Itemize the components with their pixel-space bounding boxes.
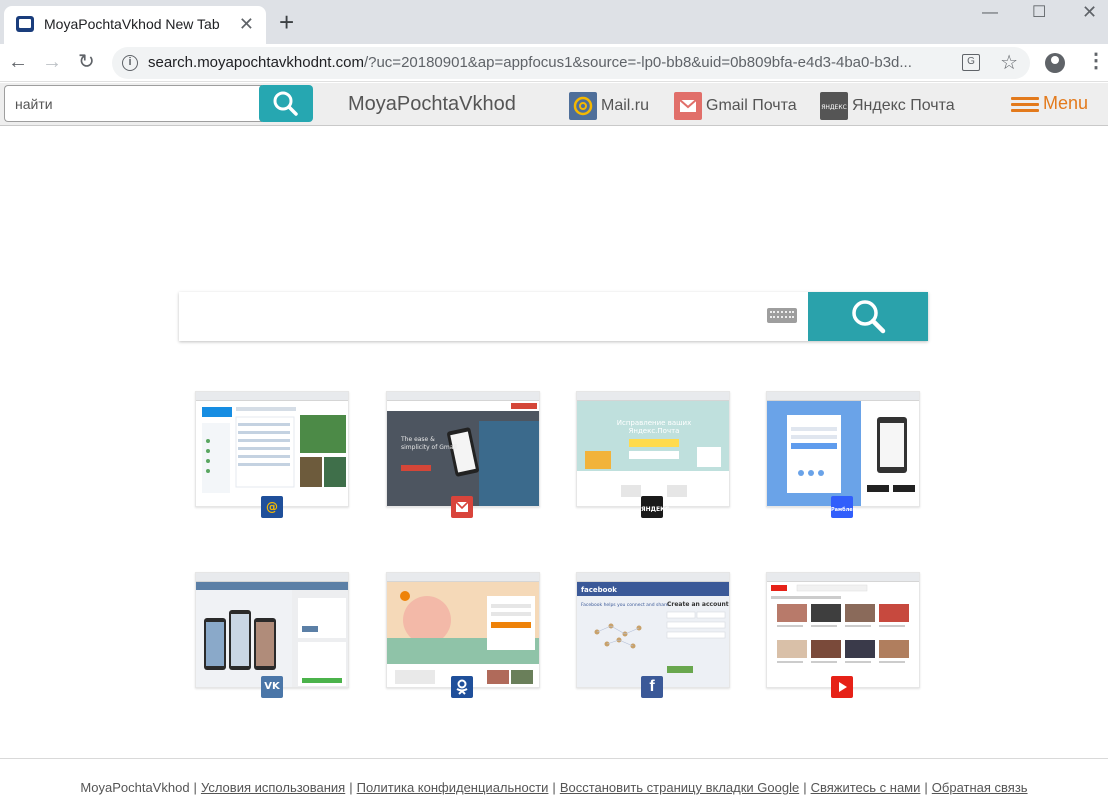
profile-icon[interactable]	[1045, 53, 1065, 73]
tile-screenshot	[387, 582, 539, 687]
browser-tab-strip: MoyaPochtaVkhod New Tab ✕ + — ☐ ✕	[0, 0, 1108, 44]
tile-odnoklassniki[interactable]	[386, 572, 540, 688]
tile-gmail[interactable]: The ease & simplicity of Gmail	[386, 391, 540, 507]
tile-rambler[interactable]	[766, 391, 920, 507]
svg-text:Исправление ваших: Исправление ваших	[617, 419, 691, 427]
quick-link-label: Яндекс Почта	[852, 97, 955, 114]
svg-text:Create an account: Create an account	[667, 601, 729, 608]
svg-text:facebook: facebook	[581, 586, 617, 594]
tile-screenshot: The ease & simplicity of Gmail	[387, 401, 539, 506]
envelope-favicon-icon	[16, 16, 34, 32]
footer-link-feedback[interactable]: Обратная связь	[932, 780, 1028, 795]
new-tab-icon[interactable]: +	[279, 8, 294, 36]
footer-link-terms[interactable]: Условия использования	[201, 780, 345, 795]
hamburger-icon	[1011, 97, 1039, 113]
tile-youtube[interactable]	[766, 572, 920, 688]
vk-icon[interactable]: VK	[261, 676, 283, 698]
tile-mailru[interactable]	[195, 391, 349, 507]
main-search-input[interactable]	[179, 292, 759, 341]
menu-label: Menu	[1043, 93, 1089, 113]
mailru-icon	[569, 92, 597, 120]
yandex-icon: ЯНДЕКС	[820, 92, 848, 120]
browser-tab[interactable]: MoyaPochtaVkhod New Tab ✕	[4, 6, 266, 44]
bookmark-star-icon[interactable]: ☆	[1000, 50, 1018, 75]
url-text: search.moyapochtavkhodnt.com/?uc=2018090…	[148, 54, 912, 71]
tile-yandex-mail[interactable]: Исправление ваших Яндекс.Почта	[576, 391, 730, 507]
minimize-icon[interactable]: —	[982, 4, 998, 22]
tile-facebook[interactable]: facebook Facebook helps you connect and …	[576, 572, 730, 688]
tile-screenshot	[767, 401, 919, 506]
yandex-icon[interactable]: ЯНДЕКС	[641, 496, 669, 518]
header-search-button[interactable]	[259, 85, 313, 122]
gmail-icon	[674, 92, 702, 120]
main-search-box	[179, 292, 928, 341]
info-icon[interactable]: i	[122, 55, 138, 71]
search-icon	[852, 300, 886, 334]
svg-text:ЯНДЕКС: ЯНДЕКС	[821, 104, 847, 111]
tab-title: MoyaPochtaVkhod New Tab	[44, 16, 220, 32]
footer-brand: MoyaPochtaVkhod	[80, 780, 190, 795]
header-search-input[interactable]	[4, 85, 262, 122]
quick-link-yandex[interactable]: ЯНДЕКС Яндекс Почта	[820, 92, 960, 120]
forward-icon[interactable]: →	[42, 50, 62, 74]
address-bar[interactable]: i search.moyapochtavkhodnt.com/?uc=20180…	[112, 47, 1030, 79]
close-window-icon[interactable]: ✕	[1082, 2, 1097, 23]
quick-link-gmail[interactable]: Gmail Почта	[674, 92, 804, 120]
mailru-icon[interactable]: @	[261, 496, 283, 518]
browser-toolbar: ← → ↻ i search.moyapochtavkhodnt.com/?uc…	[0, 44, 1108, 82]
more-menu-icon[interactable]: ⋮	[1086, 51, 1106, 71]
quick-link-label: Mail.ru	[601, 97, 650, 114]
quick-link-mailru[interactable]: Mail.ru	[569, 92, 659, 120]
quick-link-label: Gmail Почта	[706, 97, 797, 114]
search-icon	[273, 91, 298, 116]
close-tab-icon[interactable]: ✕	[239, 14, 254, 34]
rambler-icon[interactable]: Рамблер	[831, 496, 856, 518]
menu-button[interactable]: Menu	[1011, 91, 1101, 119]
svg-text:The ease &: The ease &	[400, 436, 435, 443]
svg-text:Facebook helps you connect and: Facebook helps you connect and share	[581, 602, 669, 608]
translate-icon[interactable]: G	[962, 54, 980, 71]
ok-icon[interactable]	[451, 676, 473, 698]
svg-text:Яндекс.Почта: Яндекс.Почта	[629, 427, 680, 435]
tile-vk[interactable]	[195, 572, 349, 688]
maximize-icon[interactable]: ☐	[1032, 2, 1046, 22]
youtube-icon[interactable]	[831, 676, 853, 698]
footer-link-contact[interactable]: Свяжитесь с нами	[811, 780, 921, 795]
tile-screenshot	[767, 582, 919, 687]
gmail-icon[interactable]	[451, 496, 473, 518]
keyboard-icon[interactable]	[767, 308, 797, 323]
tile-screenshot: facebook Facebook helps you connect and …	[577, 582, 729, 687]
tile-screenshot	[196, 582, 348, 687]
footer: MoyaPochtaVkhod | Условия использования | По…	[80, 780, 1028, 795]
main-search-button[interactable]	[808, 292, 928, 341]
tile-screenshot	[196, 401, 348, 506]
site-brand[interactable]: MoyaPochtaVkhod	[348, 93, 516, 116]
site-header: MoyaPochtaVkhod Mail.ru Gmail Почта ЯНДЕ…	[0, 83, 1108, 126]
reload-icon[interactable]: ↻	[78, 50, 95, 74]
footer-link-restore-google-tab[interactable]: Восстановить страницу вкладки Google	[560, 780, 799, 795]
footer-divider	[0, 758, 1108, 759]
facebook-icon[interactable]: f	[641, 676, 663, 698]
footer-link-privacy[interactable]: Политика конфиденциальности	[357, 780, 549, 795]
svg-text:simplicity of Gmail: simplicity of Gmail	[401, 444, 457, 451]
tile-screenshot: Исправление ваших Яндекс.Почта	[577, 401, 729, 506]
back-icon[interactable]: ←	[8, 50, 28, 74]
